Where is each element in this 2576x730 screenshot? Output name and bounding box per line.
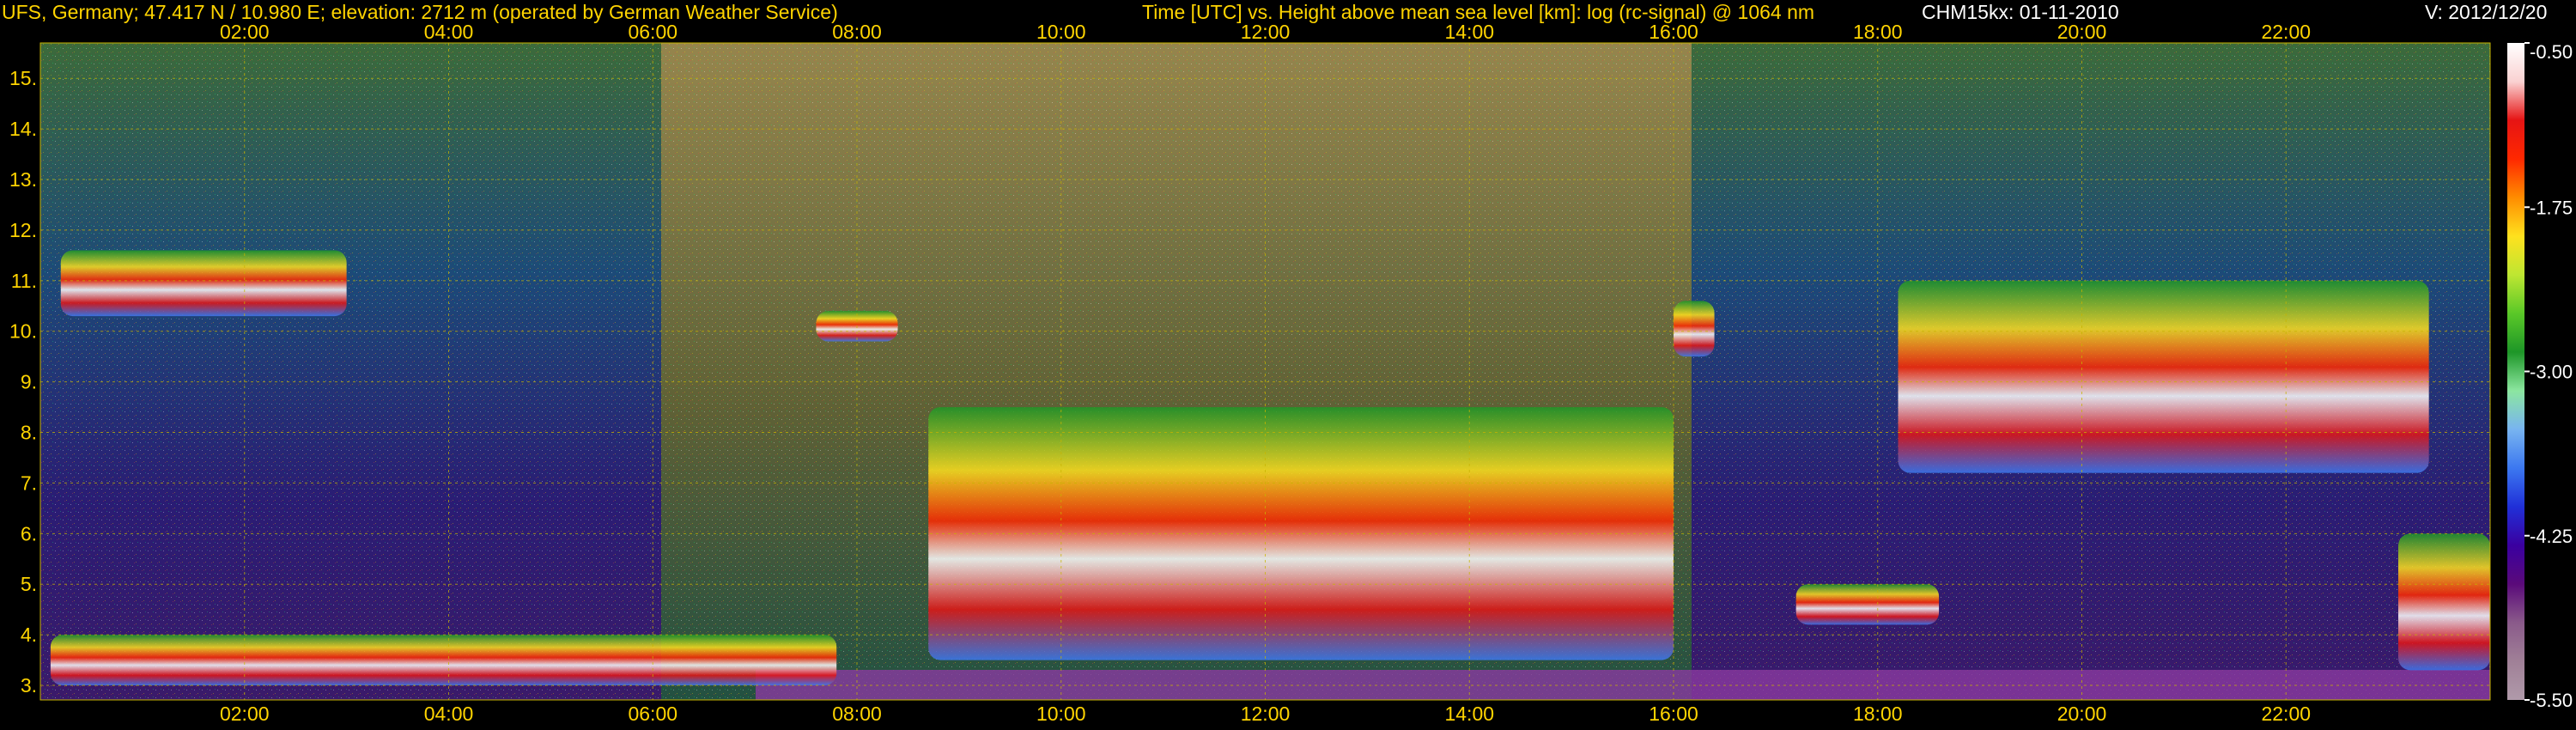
colorbar-tick-label: -3.00 [2530, 362, 2573, 383]
x-tick-label-top: 20:00 [2057, 21, 2107, 43]
x-tick-label-top: 02:00 [220, 21, 270, 43]
x-tick-label-bottom: 04:00 [424, 703, 474, 725]
x-tick-label-bottom: 10:00 [1036, 703, 1086, 725]
cloud-feature-1 [60, 250, 347, 317]
y-tick-label: 9. [21, 371, 37, 393]
y-tick-label: 10. [9, 320, 37, 343]
x-tick-label-bottom: 18:00 [1853, 703, 1903, 725]
y-tick-label: 7. [21, 471, 37, 494]
x-tick-label-bottom: 20:00 [2057, 703, 2107, 725]
y-tick-label: 3. [21, 674, 37, 697]
x-tick-label-top: 04:00 [424, 21, 474, 43]
y-tick-label: 6. [21, 522, 37, 544]
x-tick-label-bottom: 16:00 [1649, 703, 1698, 725]
y-tick-label: 15. [9, 67, 37, 89]
x-tick-label-top: 08:00 [832, 21, 882, 43]
y-tick-label: 5. [21, 573, 37, 595]
colorbar-tick-label: -4.25 [2530, 526, 2573, 547]
colorbar-tick-label: -0.50 [2530, 41, 2573, 63]
y-tick-label: 12. [9, 219, 37, 241]
y-tick-label: 13. [9, 168, 37, 191]
y-tick-label: 11. [11, 270, 37, 292]
x-tick-label-bottom: 12:00 [1241, 703, 1291, 725]
x-tick-label-bottom: 02:00 [220, 703, 270, 725]
colorbar-tick-label: -1.75 [2530, 197, 2573, 218]
cloud-feature-5 [1795, 584, 1940, 625]
x-tick-label-bottom: 22:00 [2261, 703, 2311, 725]
y-tick-label: 14. [9, 118, 37, 140]
ceilometer-chart: 02:00 02:00 04:00 04:00 06:00 06:00 08:00 08:00… [9, 21, 2573, 725]
cloud-feature-4 [1674, 301, 1715, 357]
cloud-feature-0 [50, 635, 837, 686]
x-tick-label-top: 06:00 [628, 21, 677, 43]
x-tick-label-top: 14:00 [1444, 21, 1494, 43]
near-surface-signal [756, 670, 2490, 700]
cloud-feature-6 [1898, 280, 2429, 473]
x-tick-label-top: 22:00 [2261, 21, 2311, 43]
x-tick-label-bottom: 08:00 [832, 703, 882, 725]
x-tick-label-bottom: 14:00 [1444, 703, 1494, 725]
y-tick-label: 4. [21, 624, 37, 646]
x-tick-label-top: 16:00 [1649, 21, 1698, 43]
y-tick-label: 8. [21, 422, 37, 444]
x-tick-label-top: 18:00 [1853, 21, 1903, 43]
colorbar-tick-label: -5.50 [2530, 690, 2573, 711]
x-tick-label-top: 10:00 [1036, 21, 1086, 43]
colorbar [2507, 43, 2524, 700]
x-tick-label-top: 12:00 [1241, 21, 1291, 43]
cloud-feature-7 [2398, 533, 2490, 671]
x-tick-label-bottom: 06:00 [628, 703, 677, 725]
